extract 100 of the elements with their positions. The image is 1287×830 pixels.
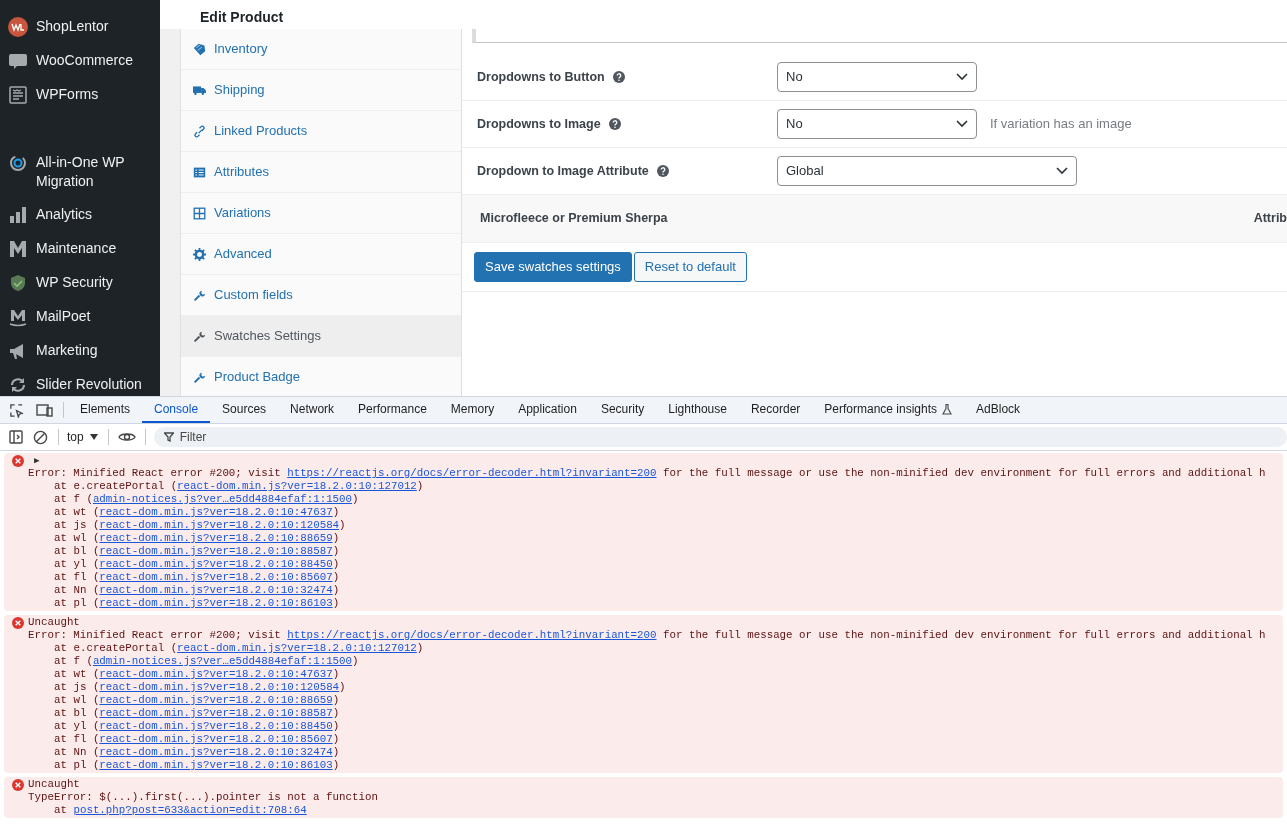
- logo-icon: [8, 17, 28, 37]
- select-dropdown[interactable]: No: [777, 109, 977, 139]
- shield-icon: [8, 273, 28, 293]
- help-icon: [656, 165, 669, 177]
- reset-button[interactable]: Reset to default: [633, 252, 747, 282]
- setting-label: Dropdown to Image Attribute: [477, 162, 649, 180]
- message-label: Uncaught: [28, 778, 80, 790]
- admin-menu-item[interactable]: ShopLentor: [0, 10, 160, 44]
- stack-trace-line: at bl (react-dom.min.js?ver=18.2.0:10:88587): [53, 707, 341, 720]
- expand-toggle[interactable]: ▶: [28, 456, 40, 466]
- stack-trace-line: at fl (react-dom.min.js?ver=18.2.0:10:85607): [53, 571, 341, 584]
- admin-menu-item[interactable]: Maintenance: [0, 232, 160, 266]
- link[interactable]: react-dom.min.js?ver=18.2.0:10:88450: [99, 558, 333, 570]
- setting-label: Dropdowns to Image: [477, 115, 601, 133]
- devtools-tab[interactable]: Lighthouse: [656, 397, 739, 423]
- stack-trace-line: at yl (react-dom.min.js?ver=18.2.0:10:88450): [53, 720, 341, 733]
- circular-arrows-icon: [8, 375, 28, 395]
- link[interactable]: react-dom.min.js?ver=18.2.0:10:32474: [99, 584, 333, 596]
- admin-menu-item[interactable]: WP Security: [0, 266, 160, 300]
- admin-menu-item[interactable]: WooCommerce: [0, 44, 160, 78]
- product-data-tab[interactable]: Inventory: [181, 29, 461, 70]
- m-letter-icon: [8, 307, 28, 327]
- admin-menu-item[interactable]: Slider Revolution: [0, 368, 160, 396]
- stack-trace-line: at fl (react-dom.min.js?ver=18.2.0:10:85607): [53, 733, 341, 746]
- stack-trace-line: at wt (react-dom.min.js?ver=18.2.0:10:47637): [53, 506, 341, 519]
- product-data-tab[interactable]: Variations: [181, 193, 461, 234]
- link[interactable]: react-dom.min.js?ver=18.2.0:10:88450: [99, 720, 333, 732]
- devtools-tab[interactable]: Elements: [68, 397, 143, 423]
- error-icon: [12, 617, 24, 629]
- link[interactable]: admin-notices.js?ver…e5dd4884efaf:1:1500: [92, 493, 353, 505]
- admin-menu-item[interactable]: All-in-One WP Migration: [0, 146, 160, 198]
- bar-chart-icon: [8, 205, 28, 225]
- link[interactable]: react-dom.min.js?ver=18.2.0:10:32474: [99, 746, 333, 758]
- sidebar-toggle-icon[interactable]: [9, 430, 23, 444]
- filter-field[interactable]: Filter: [153, 427, 1287, 447]
- hint-text: If variation has an image: [990, 115, 1132, 134]
- help-icon: [608, 118, 621, 130]
- clear-console-icon[interactable]: [33, 429, 48, 445]
- admin-menu-item[interactable]: WPForms: [0, 78, 160, 112]
- link[interactable]: https://reactjs.org/docs/error-decoder.html?invariant=200: [287, 467, 657, 479]
- link[interactable]: react-dom.min.js?ver=18.2.0:10:120584: [99, 519, 340, 531]
- link[interactable]: https://reactjs.org/docs/error-decoder.html?invariant=200: [287, 629, 657, 641]
- stack-trace-line: at Nn (react-dom.min.js?ver=18.2.0:10:32474): [53, 584, 341, 597]
- select-dropdown[interactable]: No: [777, 62, 977, 92]
- devtools-tab[interactable]: Performance insights: [812, 397, 965, 423]
- grid-icon: [193, 206, 206, 220]
- stack-trace-line: at wl (react-dom.min.js?ver=18.2.0:10:88659): [53, 532, 341, 545]
- devtools-tab[interactable]: Console: [142, 397, 211, 423]
- admin-menu-item[interactable]: Marketing: [0, 334, 160, 368]
- stack-trace-line: at bl (react-dom.min.js?ver=18.2.0:10:88587): [53, 545, 341, 558]
- devtools-tab[interactable]: Network: [278, 397, 347, 423]
- devtools-tab[interactable]: Memory: [438, 397, 507, 423]
- devtools-tab[interactable]: AdBlock: [964, 397, 1033, 423]
- stack-trace-line: at e.createPortal (react-dom.min.js?ver=18.2.0:10:127012): [53, 642, 425, 655]
- circular-arrows-icon: [8, 153, 28, 173]
- devtools-tab[interactable]: Application: [506, 397, 589, 423]
- product-data-tab[interactable]: Linked Products: [181, 111, 461, 152]
- link[interactable]: react-dom.min.js?ver=18.2.0:10:86103: [99, 597, 333, 609]
- chevron-down-icon: [956, 120, 968, 128]
- link[interactable]: react-dom.min.js?ver=18.2.0:10:127012: [177, 642, 417, 654]
- admin-menu-item[interactable]: MailPoet: [0, 300, 160, 334]
- error-text: Error: Minified React error #200; visit https://reactjs.org/docs/error-decoder.html?invariant=200 for the full message or use the non-minified dev environment for full errors and additional h: [28, 629, 1267, 642]
- link[interactable]: react-dom.min.js?ver=18.2.0:10:47637: [99, 668, 333, 680]
- link[interactable]: react-dom.min.js?ver=18.2.0:10:120584: [99, 681, 340, 693]
- link[interactable]: react-dom.min.js?ver=18.2.0:10:86103: [99, 759, 333, 771]
- chevron-down-icon: [956, 73, 968, 81]
- select-dropdown[interactable]: Global: [777, 156, 1077, 186]
- devtools-tab[interactable]: Security: [588, 397, 657, 423]
- stack-trace-line: at pl (react-dom.min.js?ver=18.2.0:10:86103): [53, 759, 341, 772]
- link[interactable]: react-dom.min.js?ver=18.2.0:10:127012: [177, 480, 417, 492]
- inspect-icon[interactable]: [9, 402, 24, 418]
- link[interactable]: react-dom.min.js?ver=18.2.0:10:88587: [99, 707, 333, 719]
- product-data-tab[interactable]: Swatches Settings: [181, 316, 461, 357]
- stack-trace-line: at wl (react-dom.min.js?ver=18.2.0:10:88659): [53, 694, 341, 707]
- stack-trace-line: at Nn (react-dom.min.js?ver=18.2.0:10:32474): [53, 746, 341, 759]
- eye-icon[interactable]: [117, 431, 136, 443]
- link[interactable]: react-dom.min.js?ver=18.2.0:10:85607: [99, 733, 333, 745]
- stack-trace-line: at js (react-dom.min.js?ver=18.2.0:10:120584): [53, 519, 347, 532]
- wrench-icon: [193, 288, 206, 302]
- link[interactable]: react-dom.min.js?ver=18.2.0:10:85607: [99, 571, 333, 583]
- link[interactable]: react-dom.min.js?ver=18.2.0:10:88587: [99, 545, 333, 557]
- devtools-tab[interactable]: Performance: [346, 397, 439, 423]
- device-toolbar-icon[interactable]: [36, 402, 53, 418]
- stack-trace-line: at f (admin-notices.js?ver…e5dd4884efaf:1:1500): [53, 493, 360, 506]
- context-dropdown[interactable]: top: [67, 428, 98, 446]
- link[interactable]: admin-notices.js?ver…e5dd4884efaf:1:1500: [92, 655, 353, 667]
- product-data-tab[interactable]: Attributes: [181, 152, 461, 193]
- link[interactable]: react-dom.min.js?ver=18.2.0:10:47637: [99, 506, 333, 518]
- devtools-tab[interactable]: Sources: [210, 397, 279, 423]
- product-data-tab[interactable]: Advanced: [181, 234, 461, 275]
- error-text: Error: Minified React error #200; visit https://reactjs.org/docs/error-decoder.html?invariant=200 for the full message or use the non-minified dev environment for full errors and additional h: [28, 467, 1267, 480]
- column-header: Attrib: [1253, 210, 1287, 228]
- product-data-tab[interactable]: Shipping: [181, 70, 461, 111]
- link[interactable]: react-dom.min.js?ver=18.2.0:10:88659: [99, 532, 333, 544]
- devtools-tab[interactable]: Recorder: [738, 397, 813, 423]
- admin-menu-item[interactable]: Analytics: [0, 198, 160, 232]
- stack-trace-line: at pl (react-dom.min.js?ver=18.2.0:10:86103): [53, 597, 341, 610]
- link[interactable]: react-dom.min.js?ver=18.2.0:10:88659: [99, 694, 333, 706]
- link[interactable]: post.php?post=633&action=edit:708:64: [73, 804, 307, 816]
- save-button[interactable]: Save swatches settings: [474, 252, 632, 282]
